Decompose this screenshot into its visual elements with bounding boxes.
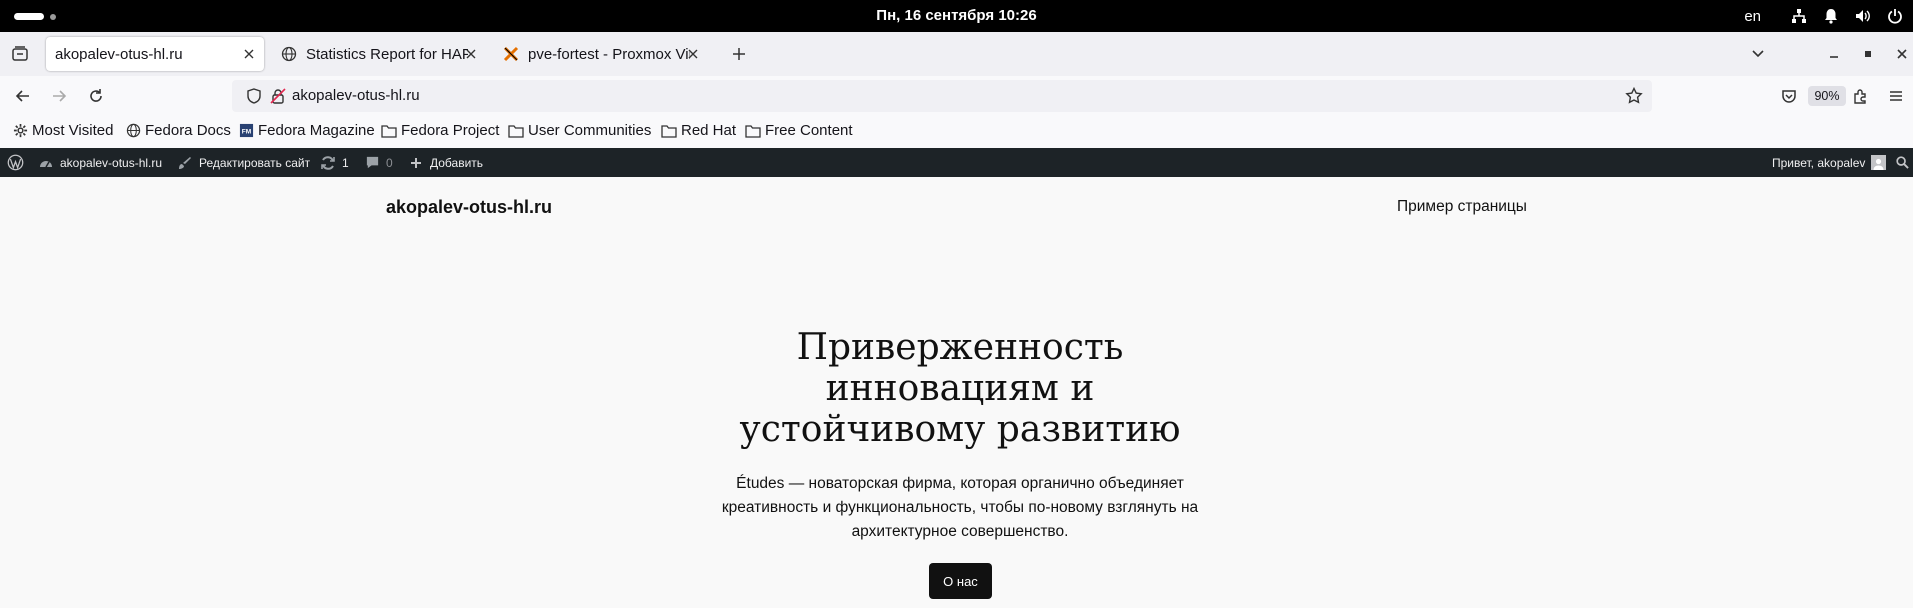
extensions-icon[interactable] bbox=[1848, 84, 1872, 108]
wp-admin-bar: akopalev-otus-hl.ru Редактировать сайт 1… bbox=[0, 148, 1913, 177]
system-clock[interactable]: Пн, 16 сентября 10:26 bbox=[0, 7, 1913, 24]
firefox-view-icon[interactable] bbox=[8, 42, 32, 66]
tab-haproxy-stats[interactable]: Statistics Report for HAPr bbox=[276, 37, 486, 71]
gear-icon bbox=[12, 123, 28, 139]
folder-icon bbox=[661, 123, 677, 139]
keyboard-layout[interactable]: en bbox=[1744, 8, 1761, 25]
volume-icon[interactable] bbox=[1853, 6, 1873, 26]
updates-icon bbox=[320, 155, 336, 171]
wp-comments[interactable]: 0 bbox=[364, 148, 393, 177]
wp-add-new[interactable]: Добавить bbox=[408, 148, 483, 177]
network-icon[interactable] bbox=[1789, 6, 1809, 26]
system-top-bar: Пн, 16 сентября 10:26 en bbox=[0, 0, 1913, 32]
about-us-button[interactable]: О нас bbox=[929, 563, 992, 599]
site-title[interactable]: akopalev-otus-hl.ru bbox=[386, 197, 552, 218]
bookmark-red-hat[interactable]: Red Hat bbox=[661, 122, 736, 139]
bookmark-star-icon[interactable] bbox=[1625, 86, 1643, 110]
globe-icon bbox=[280, 45, 298, 63]
folder-icon bbox=[745, 123, 761, 139]
brush-icon bbox=[177, 155, 193, 171]
notification-bell-icon[interactable] bbox=[1821, 6, 1841, 26]
close-window-icon[interactable] bbox=[1890, 42, 1913, 66]
address-bar[interactable]: akopalev-otus-hl.ru 90% bbox=[232, 80, 1846, 112]
tab-strip: akopalev-otus-hl.ru Statistics Report fo… bbox=[0, 32, 1913, 76]
hero-heading-line: Приверженность bbox=[796, 327, 1124, 368]
tracking-shield-icon[interactable] bbox=[246, 88, 262, 109]
comment-bubble-icon bbox=[364, 155, 380, 171]
bookmark-most-visited[interactable]: Most Visited bbox=[12, 122, 113, 139]
bookmark-fedora-docs[interactable]: Fedora Docs bbox=[125, 122, 231, 139]
system-tray: en bbox=[1744, 0, 1913, 32]
new-tab-plus-icon[interactable] bbox=[727, 42, 751, 66]
hero-heading-line: инновациям и bbox=[825, 368, 1095, 409]
globe-icon bbox=[125, 123, 141, 139]
tab-title: Statistics Report for HAPr bbox=[306, 45, 468, 63]
hero-heading: Приверженность инновациям и устойчивому … bbox=[696, 327, 1224, 450]
wordpress-logo-icon[interactable] bbox=[7, 148, 24, 177]
folder-icon bbox=[381, 123, 397, 139]
power-icon[interactable] bbox=[1885, 6, 1905, 26]
wp-site-label: akopalev-otus-hl.ru bbox=[60, 155, 163, 170]
dashboard-gauge-icon bbox=[38, 155, 54, 171]
bookmark-label: Red Hat bbox=[681, 122, 737, 139]
bookmark-label: Most Visited bbox=[32, 122, 114, 139]
back-arrow-icon[interactable] bbox=[11, 84, 35, 108]
nav-sample-page-link[interactable]: Пример страницы bbox=[1397, 198, 1527, 216]
insecure-lock-icon[interactable] bbox=[270, 88, 286, 109]
avatar bbox=[1871, 155, 1887, 170]
wp-add-new-label: Добавить bbox=[430, 155, 484, 170]
app-menu-icon[interactable] bbox=[1884, 84, 1908, 108]
wp-my-account[interactable]: Привет, akopalev bbox=[1772, 148, 1887, 177]
folder-icon bbox=[508, 123, 524, 139]
bookmark-label: Fedora Project bbox=[401, 122, 500, 139]
bookmark-fedora-magazine[interactable]: FM Fedora Magazine bbox=[238, 122, 375, 139]
wp-comments-count: 0 bbox=[386, 155, 393, 170]
wp-site-name[interactable]: akopalev-otus-hl.ru bbox=[38, 148, 162, 177]
page-content: akopalev-otus-hl.ru Пример страницы Прив… bbox=[0, 177, 1913, 608]
minimize-window-icon[interactable] bbox=[1822, 42, 1846, 66]
bookmark-fedora-project[interactable]: Fedora Project bbox=[381, 122, 499, 139]
proxmox-icon bbox=[502, 45, 520, 63]
close-tab-icon[interactable] bbox=[462, 45, 480, 63]
bookmarks-toolbar: Most Visited Fedora Docs FM Fedora Magaz… bbox=[0, 116, 1913, 148]
tab-proxmox[interactable]: pve-fortest - Proxmox Vir bbox=[498, 37, 708, 71]
wp-updates[interactable]: 1 bbox=[320, 148, 349, 177]
tab-akopalev[interactable]: akopalev-otus-hl.ru bbox=[46, 37, 264, 71]
tab-title: akopalev-otus-hl.ru bbox=[55, 45, 183, 63]
url-text[interactable]: akopalev-otus-hl.ru bbox=[292, 87, 420, 104]
wp-greeting: Привет, akopalev bbox=[1772, 155, 1866, 170]
bookmark-label: Fedora Docs bbox=[145, 122, 231, 139]
bookmark-label: Fedora Magazine bbox=[258, 122, 375, 139]
tab-title: pve-fortest - Proxmox Vir bbox=[528, 45, 690, 63]
close-tab-icon[interactable] bbox=[684, 45, 702, 63]
wp-updates-count: 1 bbox=[342, 155, 349, 170]
wp-edit-site[interactable]: Редактировать сайт bbox=[177, 148, 310, 177]
plus-icon bbox=[408, 155, 424, 171]
svg-text:FM: FM bbox=[241, 128, 251, 135]
hero-heading-line: устойчивому развитию bbox=[739, 409, 1181, 450]
bookmark-label: User Communities bbox=[528, 122, 652, 139]
reload-icon[interactable] bbox=[84, 84, 108, 108]
forward-arrow-icon[interactable] bbox=[47, 84, 71, 108]
maximize-window-icon[interactable] bbox=[1856, 42, 1880, 66]
zoom-level-badge[interactable]: 90% bbox=[1808, 86, 1846, 106]
pocket-icon[interactable] bbox=[1777, 84, 1801, 108]
hero-description: Études — новаторская фирма, которая орга… bbox=[721, 475, 1199, 540]
close-tab-icon[interactable] bbox=[240, 45, 258, 63]
bookmark-free-content[interactable]: Free Content bbox=[745, 122, 853, 139]
search-icon[interactable] bbox=[1896, 148, 1909, 177]
wp-edit-site-label: Редактировать сайт bbox=[199, 155, 311, 170]
bookmark-label: Free Content bbox=[765, 122, 853, 139]
bookmark-user-communities[interactable]: User Communities bbox=[508, 122, 651, 139]
list-all-tabs-chevron-icon[interactable] bbox=[1746, 42, 1770, 66]
fedora-magazine-icon: FM bbox=[238, 123, 254, 139]
